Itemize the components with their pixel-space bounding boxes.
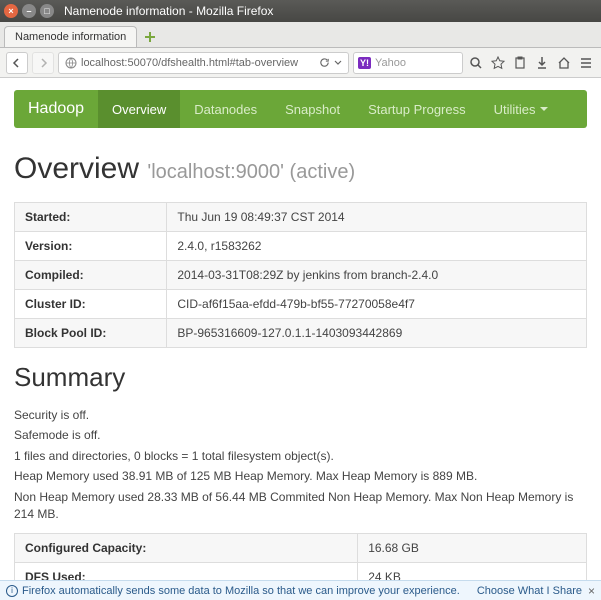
nav-tab-utilities-label: Utilities (494, 102, 536, 117)
table-row: DFS Used:24 KB (15, 563, 587, 580)
summary-line: Heap Memory used 38.91 MB of 125 MB Heap… (14, 468, 587, 485)
cell-label: DFS Used: (15, 563, 358, 580)
cell-label: Configured Capacity: (15, 534, 358, 563)
plus-icon (144, 31, 156, 43)
browser-tab[interactable]: Namenode information (4, 26, 137, 47)
home-icon[interactable] (555, 54, 573, 72)
table-row: Started:Thu Jun 19 08:49:37 CST 2014 (15, 203, 587, 232)
reload-icon[interactable] (319, 57, 330, 68)
summary-line: 1 files and directories, 0 blocks = 1 to… (14, 448, 587, 465)
info-close-button[interactable]: × (588, 584, 595, 598)
nav-tab-datanodes[interactable]: Datanodes (180, 90, 271, 128)
table-row: Version:2.4.0, r1583262 (15, 232, 587, 261)
window-titlebar: × – □ Namenode information - Mozilla Fir… (0, 0, 601, 22)
cell-label: Version: (15, 232, 167, 261)
page-heading-text: Overview (14, 152, 139, 185)
nav-tab-startup-progress[interactable]: Startup Progress (354, 90, 480, 128)
choose-share-link[interactable]: Choose What I Share (477, 585, 582, 597)
page-content: Hadoop Overview Datanodes Snapshot Start… (0, 78, 601, 580)
arrow-right-icon (38, 58, 48, 68)
table-row: Configured Capacity:16.68 GB (15, 534, 587, 563)
overview-table: Started:Thu Jun 19 08:49:37 CST 2014 Ver… (14, 202, 587, 348)
search-input[interactable]: Y! Yahoo (353, 52, 463, 74)
cell-value: 2014-03-31T08:29Z by jenkins from branch… (167, 261, 587, 290)
summary-heading: Summary (14, 362, 587, 393)
search-icon[interactable] (467, 54, 485, 72)
forward-button[interactable] (32, 52, 54, 74)
window-maximize-button[interactable]: □ (40, 4, 54, 18)
search-placeholder: Yahoo (375, 57, 458, 69)
summary-line: Security is off. (14, 407, 587, 424)
window-minimize-button[interactable]: – (22, 4, 36, 18)
tab-title: Namenode information (15, 31, 126, 43)
cell-label: Started: (15, 203, 167, 232)
url-toolbar: localhost:50070/dfshealth.html#tab-overv… (0, 48, 601, 78)
table-row: Compiled:2014-03-31T08:29Z by jenkins fr… (15, 261, 587, 290)
hamburger-menu-icon[interactable] (577, 54, 595, 72)
chevron-down-icon (540, 107, 548, 111)
info-message: Firefox automatically sends some data to… (22, 585, 460, 597)
page-heading-sub: 'localhost:9000' (active) (147, 161, 355, 183)
window-title: Namenode information - Mozilla Firefox (64, 4, 273, 18)
page-heading: Overview 'localhost:9000' (active) (14, 152, 587, 186)
navbar-brand[interactable]: Hadoop (14, 100, 98, 118)
yahoo-icon: Y! (358, 57, 371, 69)
firefox-info-bar: i Firefox automatically sends some data … (0, 580, 601, 600)
new-tab-button[interactable] (139, 27, 161, 47)
nav-tab-overview[interactable]: Overview (98, 90, 180, 128)
summary-table: Configured Capacity:16.68 GB DFS Used:24… (14, 533, 587, 580)
nav-tab-snapshot[interactable]: Snapshot (271, 90, 354, 128)
url-input[interactable]: localhost:50070/dfshealth.html#tab-overv… (58, 52, 349, 74)
cell-value: 16.68 GB (358, 534, 587, 563)
summary-line: Safemode is off. (14, 427, 587, 444)
table-row: Block Pool ID:BP-965316609-127.0.1.1-140… (15, 319, 587, 348)
cell-value: CID-af6f15aa-efdd-479b-bf55-77270058e4f7 (167, 290, 587, 319)
cell-label: Block Pool ID: (15, 319, 167, 348)
url-text: localhost:50070/dfshealth.html#tab-overv… (81, 57, 298, 69)
globe-icon (65, 57, 77, 69)
clipboard-icon[interactable] (511, 54, 529, 72)
star-icon[interactable] (489, 54, 507, 72)
back-button[interactable] (6, 52, 28, 74)
download-icon[interactable] (533, 54, 551, 72)
cell-label: Cluster ID: (15, 290, 167, 319)
info-icon: i (6, 585, 18, 597)
cell-value: Thu Jun 19 08:49:37 CST 2014 (167, 203, 587, 232)
cell-label: Compiled: (15, 261, 167, 290)
table-row: Cluster ID:CID-af6f15aa-efdd-479b-bf55-7… (15, 290, 587, 319)
dropdown-icon[interactable] (334, 59, 342, 67)
cell-value: 2.4.0, r1583262 (167, 232, 587, 261)
browser-tab-bar: Namenode information (0, 22, 601, 48)
nav-tab-utilities[interactable]: Utilities (480, 90, 562, 128)
window-close-button[interactable]: × (4, 4, 18, 18)
arrow-left-icon (12, 58, 22, 68)
summary-line: Non Heap Memory used 28.33 MB of 56.44 M… (14, 489, 587, 524)
cell-value: BP-965316609-127.0.1.1-1403093442869 (167, 319, 587, 348)
cell-value: 24 KB (358, 563, 587, 580)
hadoop-navbar: Hadoop Overview Datanodes Snapshot Start… (14, 90, 587, 128)
summary-text: Security is off. Safemode is off. 1 file… (14, 407, 587, 523)
